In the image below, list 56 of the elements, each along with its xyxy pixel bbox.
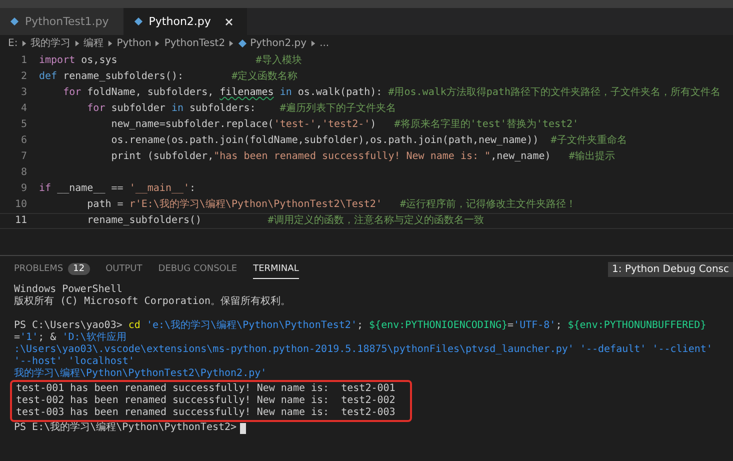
chevron-right-icon: [74, 40, 80, 46]
chevron-right-icon: [108, 40, 113, 46]
code-line: rename_subfolders() #调用定义的函数，注意名称与定义的函数名一致: [86, 214, 484, 228]
terminal-line: PS C:\Users\yao03> cd 'e:\我的学习\编程\Python\PythonTest2'; ${env:PYTHONIOENCODING}='UTF-8'; ${env:PYTHONUNBUFFERED} ='1'; & 'D:\软件应用: [14, 320, 706, 343]
terminal-cursor: [240, 422, 246, 434]
breadcrumb-item[interactable]: ...: [320, 38, 330, 48]
line-number: 5: [20, 118, 28, 132]
chevron-right-icon: [229, 40, 234, 46]
terminal-line: Windows PowerShell: [14, 284, 122, 295]
line-number: 6: [20, 134, 28, 148]
panel-tab[interactable]: OUTPUT: [106, 260, 142, 278]
code-line: for subfolder in subfolders: #遍历列表下的子文件夹名: [86, 102, 396, 116]
line-number: 3: [20, 86, 28, 100]
problem-count-badge: 12: [68, 262, 90, 274]
terminal-prompt: PS E:\我的学习\编程\Python\PythonTest2>: [14, 422, 237, 434]
code-line: for foldName, subfolders, filenames in os.walk(path): #用os.walk方法取得path路径下的文件夹路径，子文件夹名，所有文件名: [62, 86, 720, 100]
python-file-icon: [10, 17, 19, 26]
line-number: 9: [20, 182, 28, 196]
close-icon[interactable]: [224, 18, 233, 26]
terminal-dropdown[interactable]: 1: Python Debug Consc: [608, 262, 733, 276]
editor-tab[interactable]: PythonTest1.py: [0, 8, 124, 35]
breadcrumb-item[interactable]: Python2.py: [250, 38, 307, 48]
breadcrumb-item[interactable]: PythonTest2: [164, 38, 226, 48]
code-line: os.rename(os.path.join(foldName,subfolder),os.path.join(path,new_name)) #子文件夹重命名: [110, 134, 627, 148]
breadcrumb-item[interactable]: 编程: [84, 36, 104, 50]
terminal-line: test-002 has been renamed successfully! New name is: test2-002: [16, 395, 396, 406]
panel-tab[interactable]: DEBUG CONSOLE: [158, 260, 238, 278]
code-line: if __name__ == '__main__':: [39, 182, 196, 196]
code-line: import os,sys #导入模块: [39, 54, 302, 68]
panel-tab[interactable]: PROBLEMS 12: [14, 258, 90, 280]
line-number: 1: [20, 54, 28, 68]
code-line: new_name=subfolder.replace('test-','test2-') #将原来名字里的'test'替换为'test2': [110, 118, 579, 132]
chevron-right-icon: [310, 40, 316, 46]
terminal-line: 我的学习\编程\Python\PythonTest2\Python2.py': [14, 368, 267, 379]
line-number: 7: [20, 150, 28, 164]
panel-tab[interactable]: TERMINAL: [253, 260, 299, 278]
line-number: 8: [20, 166, 28, 180]
python-file-icon: [238, 38, 248, 48]
terminal-line: 版权所有 (C) Microsoft Corporation。保留所有权利。: [14, 296, 291, 307]
terminal-line: test-001 has been renamed successfully! New name is: test2-001: [16, 383, 396, 394]
terminal-line: test-003 has been renamed successfully! New name is: test2-003: [16, 407, 396, 418]
breadcrumb-item[interactable]: Python: [116, 38, 152, 48]
editor-tab[interactable]: Python2.py: [124, 8, 248, 35]
line-number: 4: [20, 102, 28, 116]
python-file-icon: [134, 17, 143, 26]
chevron-right-icon: [155, 40, 160, 46]
code-line: def rename_subfolders(): #定义函数名称: [39, 70, 298, 84]
code-line: print (subfolder,"has been renamed successfully! New name is: ",new_name) #输出提示: [110, 150, 615, 164]
line-number: 2: [20, 70, 28, 84]
breadcrumb-item[interactable]: E:: [8, 38, 18, 48]
terminal-line: :\Users\yao03\.vscode\extensions\ms-python.python-2019.5.18875\pythonFiles\ptvsd_launcher.py' '--default' '--client' '--host' 'localhost': [14, 344, 714, 367]
line-number: 10: [14, 198, 28, 212]
chevron-right-icon: [22, 40, 27, 46]
code-line: path = r'E:\我的学习\编程\Python\PythonTest2\Test2' #运行程序前，记得修改主文件夹路径！: [86, 198, 576, 212]
breadcrumb-item[interactable]: 我的学习: [30, 36, 71, 50]
line-number: 11: [14, 214, 28, 228]
